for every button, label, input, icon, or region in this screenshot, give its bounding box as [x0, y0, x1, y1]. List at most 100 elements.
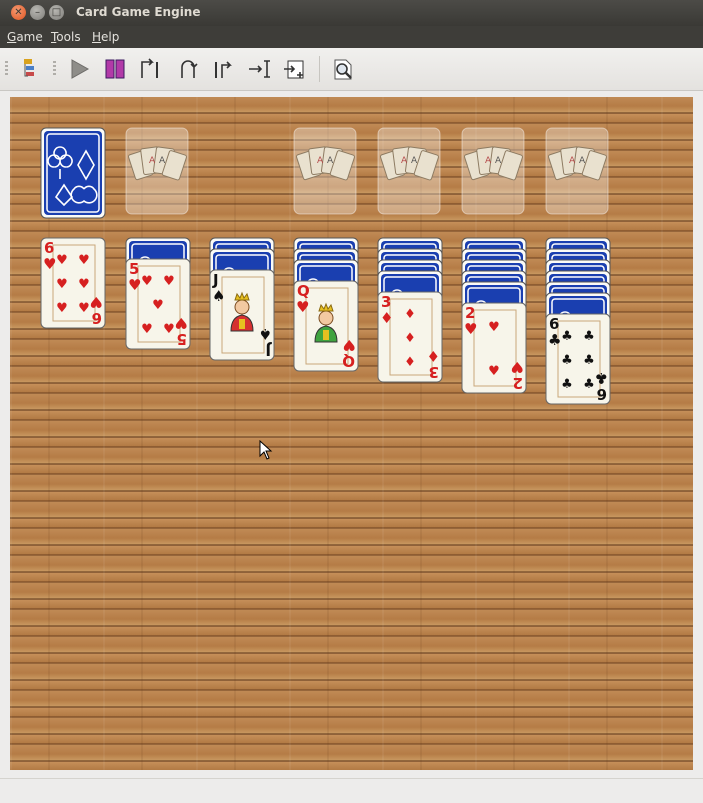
- card-suit-inverted: ♥: [175, 314, 188, 332]
- foundation-placeholder-icon: AA: [125, 127, 189, 215]
- card-pip: ♥: [141, 274, 153, 289]
- card-suit: ♦: [380, 309, 393, 327]
- undo-button[interactable]: [174, 56, 200, 82]
- tableau-card[interactable]: 5 ♥ 5 ♥ ♥ ♥ ♥ ♥ ♥: [125, 258, 191, 350]
- card-pip: ♥: [488, 364, 500, 379]
- maximize-window-button[interactable]: □: [49, 5, 64, 20]
- svg-text:A: A: [401, 156, 408, 166]
- add-move-button[interactable]: [282, 56, 308, 82]
- jump-to-end-icon: [249, 60, 270, 78]
- tableau-card[interactable]: 6 ♣ 6 ♣ ♣ ♣ ♣ ♣ ♣ ♣: [545, 313, 611, 405]
- mouse-pointer-icon: [259, 440, 273, 460]
- card-pip: ♣: [561, 329, 573, 344]
- menu-help-mnemonic: H: [92, 30, 102, 44]
- foundation-placeholder-icon: AA: [545, 127, 609, 215]
- card-suit: ♥: [43, 255, 56, 273]
- menu-game-mnemonic: G: [7, 30, 17, 44]
- card-suit: ♠: [212, 287, 225, 305]
- minimize-window-button[interactable]: –: [30, 5, 45, 20]
- window-title: Card Game Engine: [76, 5, 201, 19]
- card-pip: ♥: [163, 322, 175, 337]
- toolbar-grip-2[interactable]: [53, 61, 56, 77]
- menu-tools-label: ools: [56, 30, 81, 44]
- card-suit: ♥: [296, 298, 309, 316]
- card-table[interactable]: A A A A A A A A A A 6 ♥ 6 ♥ ♥ ♥ ♥ ♥ ♥ ♥ 5 ♥ 5 ♥ ♥ ♥ ♥ ♥ ♥ J ♠ J ♠ Q ♥ Q ♥ 3 ♦ 3…: [10, 97, 693, 770]
- card-pip: ♥: [56, 277, 68, 292]
- menu-game[interactable]: Game: [7, 30, 43, 44]
- menu-tools[interactable]: Tools: [51, 30, 81, 44]
- jump-to-end-button[interactable]: [246, 56, 272, 82]
- tableau-card[interactable]: J ♠ J ♠: [209, 269, 275, 361]
- card-suit-inverted: ♦: [427, 347, 440, 365]
- redo-button[interactable]: [210, 56, 236, 82]
- card-pip: ♥: [78, 277, 90, 292]
- game-rules-button[interactable]: [17, 56, 43, 82]
- card-suit-inverted: ♥: [90, 293, 103, 311]
- card-pip: ♥: [163, 274, 175, 289]
- tableau-card[interactable]: 6 ♥ 6 ♥ ♥ ♥ ♥ ♥ ♥ ♥: [40, 237, 106, 329]
- play-icon: [71, 59, 90, 79]
- menu-help-label: elp: [101, 30, 120, 44]
- svg-text:A: A: [495, 156, 502, 166]
- card-pip: ♦: [404, 331, 416, 346]
- foundation-placeholder-icon: AA: [377, 127, 441, 215]
- card-pip: ♥: [78, 253, 90, 268]
- pause-button[interactable]: [102, 56, 128, 82]
- step-forward-button[interactable]: [138, 56, 164, 82]
- foundation-slot[interactable]: AA: [461, 127, 527, 219]
- foundation-slot[interactable]: AA: [125, 127, 191, 219]
- card-suit-inverted: ♥: [343, 336, 356, 354]
- svg-text:A: A: [149, 156, 156, 166]
- status-bar: [0, 778, 703, 803]
- step-forward-icon: [141, 58, 158, 78]
- tableau-card[interactable]: 2 ♥ 2 ♥ ♥ ♥: [461, 302, 527, 394]
- card-suit: ♥: [128, 276, 141, 294]
- foundation-slot[interactable]: AA: [377, 127, 443, 219]
- card-pip: ♣: [561, 353, 573, 368]
- foundation-placeholder-icon: AA: [293, 127, 357, 215]
- tableau-card[interactable]: 3 ♦ 3 ♦ ♦ ♦ ♦: [377, 291, 443, 383]
- svg-text:A: A: [569, 156, 576, 166]
- close-window-button[interactable]: ✕: [11, 5, 26, 20]
- redo-icon: [215, 61, 232, 78]
- card-pip: ♦: [404, 355, 416, 370]
- card-suit: ♣: [548, 331, 561, 349]
- close-icon: ✕: [14, 7, 23, 18]
- undo-icon: [181, 60, 198, 78]
- game-rules-icon: [24, 59, 34, 77]
- card-pip: ♣: [583, 377, 595, 392]
- card-suit-inverted: ♠: [259, 325, 272, 343]
- svg-text:A: A: [327, 156, 334, 166]
- card-pip: ♥: [152, 298, 164, 313]
- svg-text:A: A: [159, 156, 166, 166]
- tableau-card[interactable]: Q ♥ Q ♥: [293, 280, 359, 372]
- add-move-icon: [284, 60, 304, 79]
- play-button[interactable]: [66, 56, 92, 82]
- card-pip: ♥: [488, 320, 500, 335]
- card-pip: ♥: [56, 301, 68, 316]
- card-suit-inverted: ♣: [595, 369, 608, 387]
- stock-pile[interactable]: [40, 127, 106, 219]
- menu-game-label: ame: [16, 30, 43, 44]
- maximize-icon: □: [51, 7, 62, 18]
- card-pip: ♦: [404, 307, 416, 322]
- minimize-icon: –: [35, 7, 40, 18]
- foundation-placeholder-icon: AA: [461, 127, 525, 215]
- menu-help[interactable]: Help: [92, 30, 119, 44]
- card-pip: ♣: [561, 377, 573, 392]
- svg-text:A: A: [411, 156, 418, 166]
- foundation-slot[interactable]: AA: [293, 127, 359, 219]
- toolbar-grip[interactable]: [5, 61, 8, 77]
- zoom-icon: [334, 59, 352, 80]
- title-bar: ✕ – □ Card Game Engine: [0, 0, 703, 26]
- toolbar-separator: [319, 56, 320, 82]
- pause-icon: [105, 59, 125, 79]
- svg-text:A: A: [579, 156, 586, 166]
- card-suit-inverted: ♥: [511, 358, 524, 376]
- card-pip: ♥: [78, 301, 90, 316]
- card-pip: ♥: [141, 322, 153, 337]
- card-pip: ♣: [583, 329, 595, 344]
- menu-bar: Game Tools Help: [0, 26, 703, 48]
- zoom-button[interactable]: [330, 56, 356, 82]
- foundation-slot[interactable]: AA: [545, 127, 611, 219]
